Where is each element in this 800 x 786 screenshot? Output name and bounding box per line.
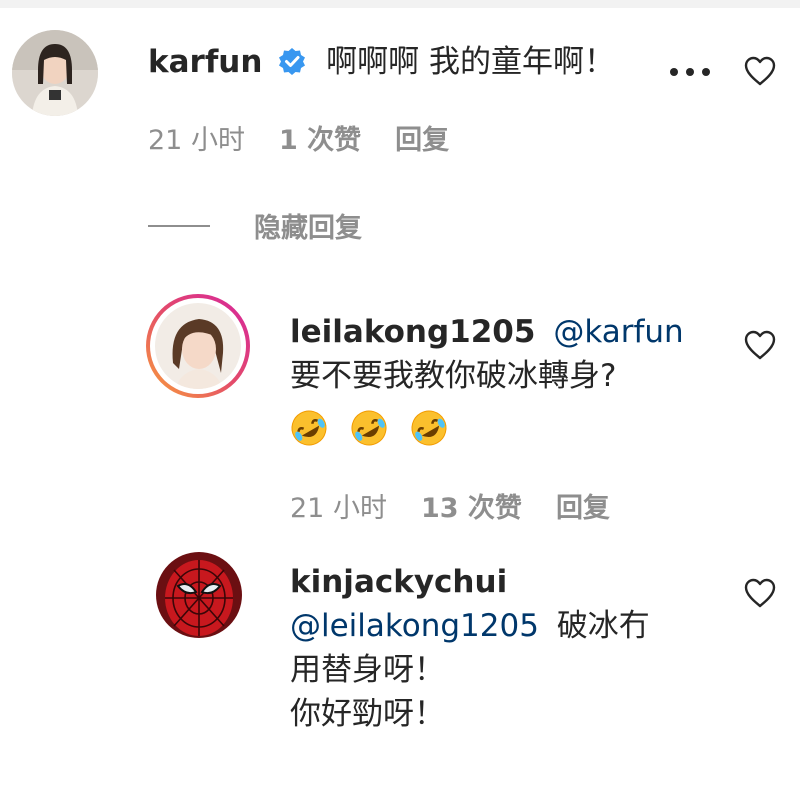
reply-body: leilakong1205 @karfun 要不要我教你破冰轉身?	[290, 310, 684, 448]
comment-body: karfun 啊啊啊 我的童年啊！	[148, 36, 615, 81]
reply-text-line3: 你好勁呀！	[290, 696, 445, 732]
reply-text-line2: 用替身呀！	[290, 652, 445, 688]
comment-username[interactable]: karfun	[148, 44, 262, 80]
rolling-on-floor-laughing-emoji	[350, 409, 388, 447]
reply-text: 要不要我教你破冰轉身?	[290, 358, 617, 394]
more-options-icon[interactable]	[668, 52, 712, 87]
comment-meta: 21 小时 1 次赞 回复	[148, 118, 449, 157]
hide-replies-label: 隐藏回复	[254, 213, 362, 244]
replies-divider-line	[148, 224, 210, 227]
rolling-on-floor-laughing-emoji	[290, 409, 328, 447]
comment-likes[interactable]: 1 次赞	[279, 118, 361, 157]
reply-meta: 21 小时 13 次赞 回复	[290, 486, 610, 525]
reply-likes[interactable]: 13 次赞	[421, 486, 522, 525]
reply-time: 21 小时	[290, 493, 387, 524]
rolling-on-floor-laughing-emoji	[410, 409, 448, 447]
top-divider	[0, 0, 800, 8]
reply-body: kinjackychui @leilakong1205 破冰冇 用替身呀！ 你好…	[290, 560, 650, 736]
avatar[interactable]	[156, 552, 242, 638]
reply-username[interactable]: leilakong1205	[290, 314, 535, 350]
comment-time: 21 小时	[148, 125, 245, 156]
comment-text: 啊啊啊 我的童年啊！	[326, 44, 616, 80]
reply-button[interactable]: 回复	[556, 486, 610, 525]
story-ring-avatar[interactable]	[146, 294, 250, 398]
reply-text-line1: 破冰冇	[556, 608, 650, 644]
reply-username[interactable]: kinjackychui	[290, 564, 507, 600]
reply-button[interactable]: 回复	[395, 118, 449, 157]
emoji-row	[290, 404, 684, 448]
heart-outline-icon[interactable]	[744, 578, 776, 608]
hide-replies-toggle[interactable]: 隐藏回复	[148, 206, 362, 245]
avatar[interactable]	[12, 30, 98, 116]
heart-outline-icon[interactable]	[744, 330, 776, 360]
avatar	[155, 303, 241, 389]
reply-mention[interactable]: @karfun	[553, 314, 683, 350]
reply-mention[interactable]: @leilakong1205	[290, 608, 539, 644]
heart-outline-icon[interactable]	[744, 56, 776, 86]
verified-badge-icon	[278, 47, 306, 75]
